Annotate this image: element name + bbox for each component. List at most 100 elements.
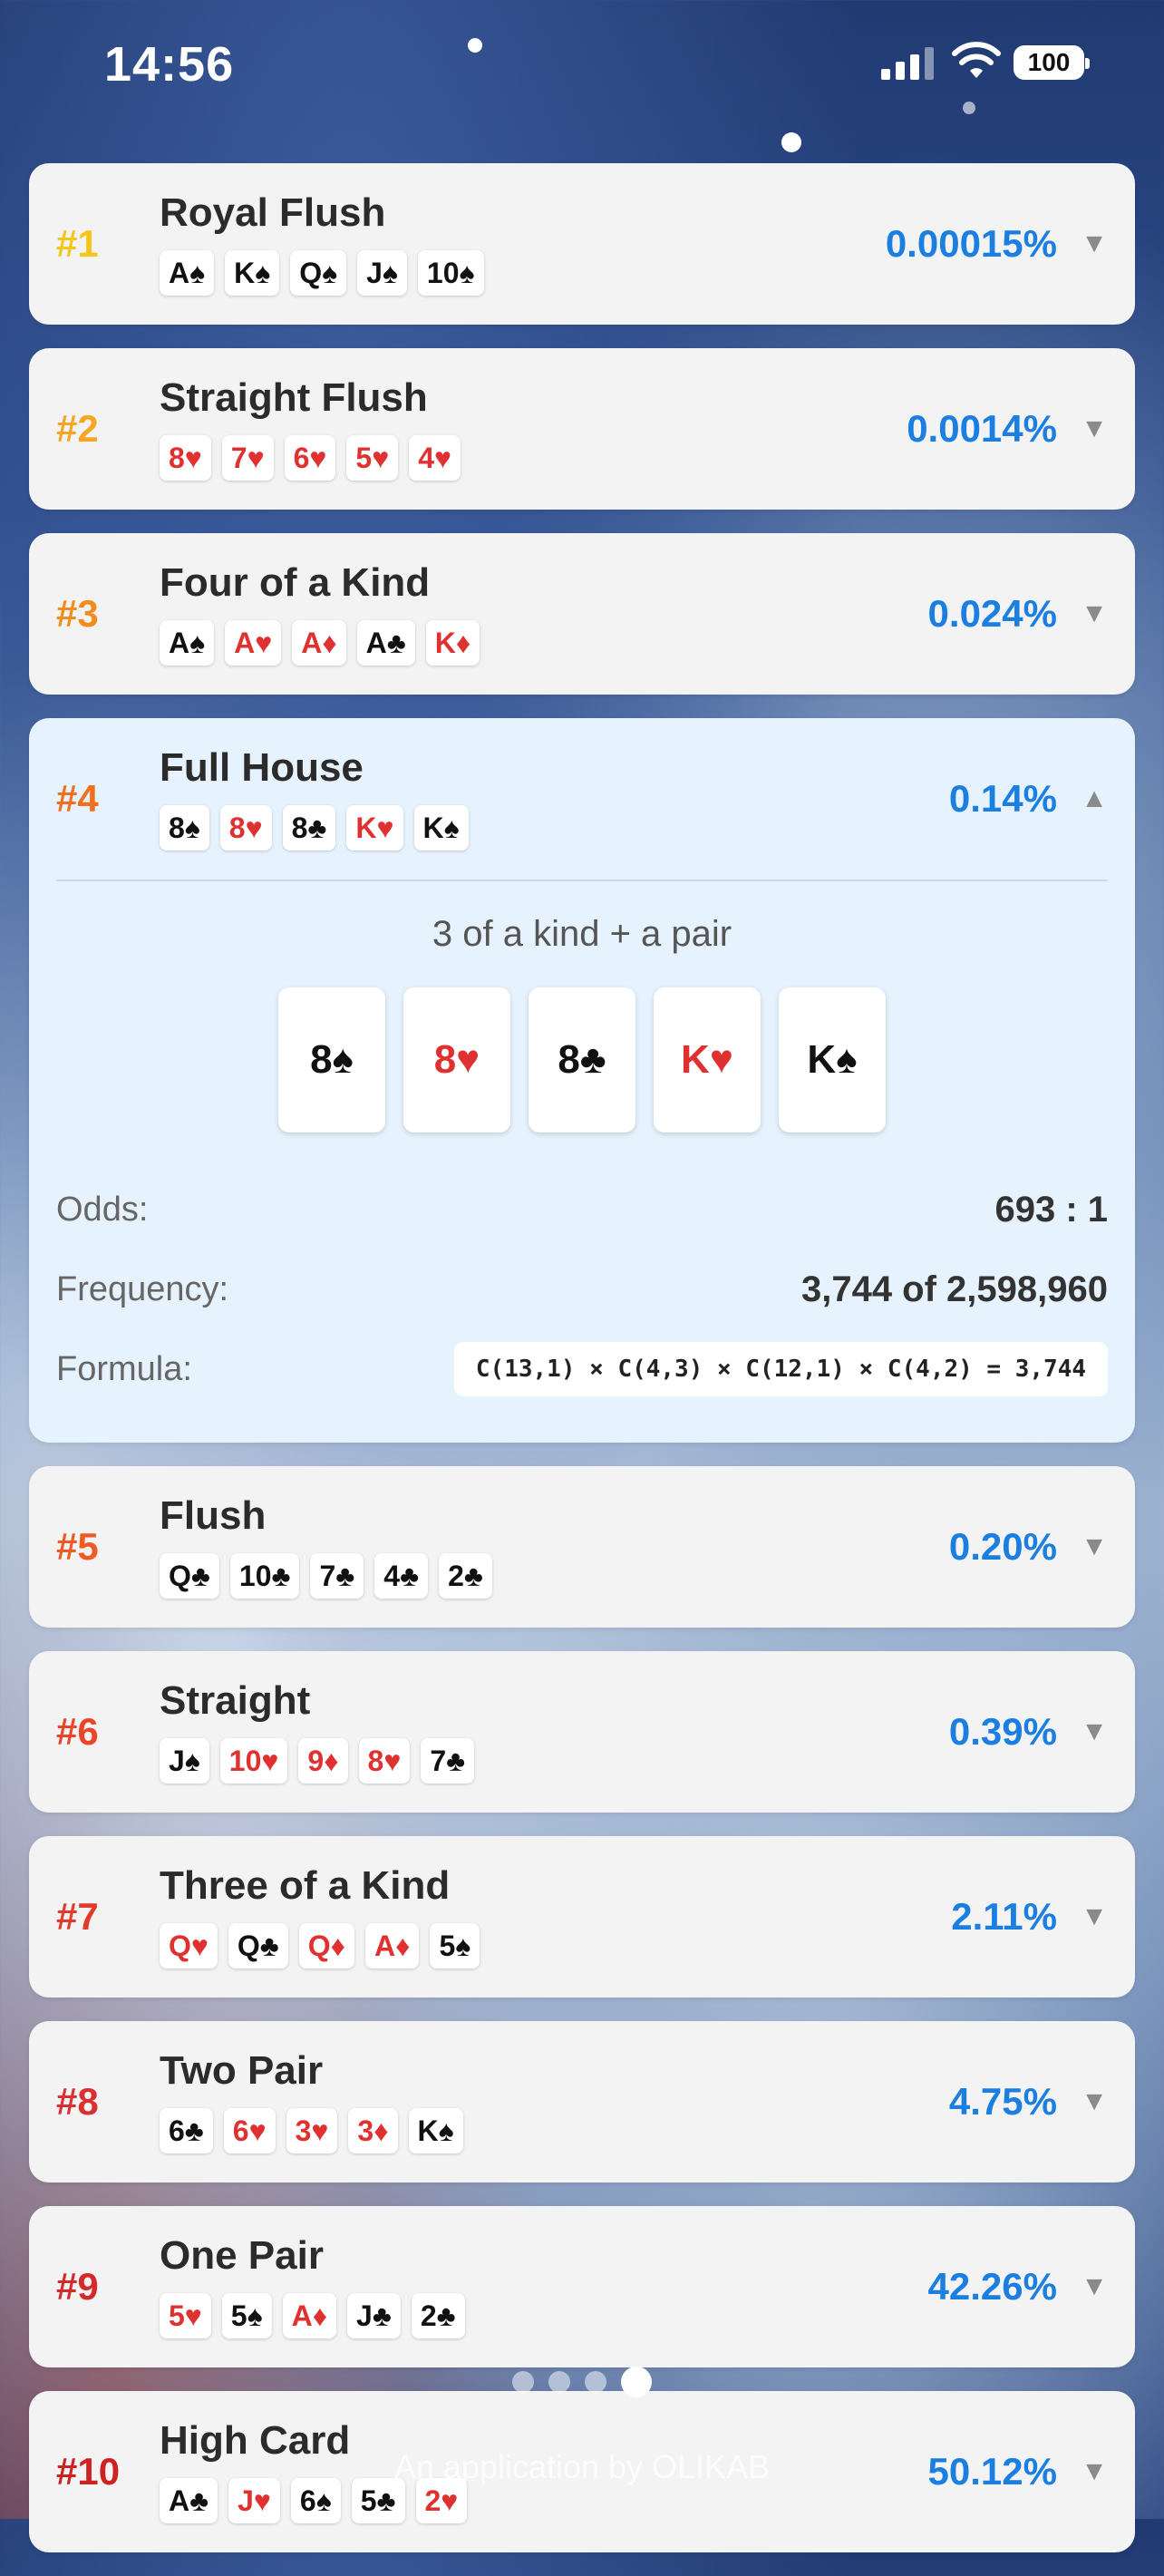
playing-card-chip: 5♠	[221, 2293, 272, 2338]
playing-card-chip: Q♥	[160, 1923, 218, 1968]
hand-probability: 0.14%	[948, 777, 1057, 820]
playing-card-chip: 8♥	[160, 435, 211, 481]
page-dot[interactable]	[512, 2371, 534, 2393]
hand-probability: 4.75%	[948, 2080, 1057, 2123]
formula-value: C(13,1) × C(4,3) × C(12,1) × C(4,2) = 3,…	[453, 1342, 1108, 1396]
playing-card-chip: 7♣	[421, 1738, 475, 1784]
playing-card-chip: 10♣	[229, 1553, 300, 1599]
battery-icon: 100	[1014, 45, 1090, 80]
hand-probability: 2.11%	[951, 1895, 1057, 1938]
hand-rank: #6	[56, 1710, 99, 1753]
playing-card-chip: 2♣	[411, 2293, 465, 2338]
example-cards: J♠ 10♥ 9♦ 8♥ 7♣	[160, 1738, 485, 1784]
playing-card-chip: Q♦	[298, 1923, 354, 1968]
hand-header[interactable]: #6 Straight J♠ 10♥ 9♦ 8♥ 7♣ 0.39% ▼	[29, 1651, 1135, 1813]
playing-card-chip: 8♥	[219, 805, 272, 851]
page-dot[interactable]	[585, 2371, 606, 2393]
hand-probability: 0.024%	[927, 592, 1057, 635]
hand-header[interactable]: #8 Two Pair 6♣ 6♥ 3♥ 3♦ K♠ 4.75% ▼	[29, 2021, 1135, 2182]
hand-header[interactable]: #5 Flush Q♣ 10♣ 7♣ 4♣ 2♣ 0.20% ▼	[29, 1466, 1135, 1628]
formula-label: Formula:	[56, 1349, 192, 1388]
hand-rank: #3	[56, 592, 99, 635]
hand-details: 3 of a kind + a pair 8♠ 8♥ 8♣ K♥ K♠ Odds: 69…	[29, 880, 1135, 1443]
hand-name: Straight Flush	[160, 375, 428, 420]
playing-card: K♥	[654, 987, 761, 1132]
playing-card-chip: 5♥	[160, 2293, 211, 2338]
frequency-row: Frequency: 3,744 of 2,598,960	[56, 1259, 1108, 1319]
hand-card[interactable]: #1 Royal Flush A♠ K♠ Q♠ J♠ 10♠ 0.00015% ▼	[29, 163, 1135, 325]
hand-card[interactable]: #9 One Pair 5♥ 5♠ A♦ J♣ 2♣ 42.26% ▼	[29, 2206, 1135, 2367]
chevron-down-icon[interactable]: ▼	[1081, 1466, 1108, 1628]
chevron-down-icon[interactable]: ▼	[1081, 533, 1108, 695]
hand-rank: #8	[56, 2080, 99, 2123]
hand-header[interactable]: #3 Four of a Kind A♠ A♥ A♦ A♣ K♦ 0.024% ▼	[29, 533, 1135, 695]
chevron-down-icon[interactable]: ▼	[1081, 2206, 1108, 2367]
example-cards: 8♠ 8♥ 8♣ K♥ K♠	[160, 805, 480, 851]
hand-card[interactable]: #3 Four of a Kind A♠ A♥ A♦ A♣ K♦ 0.024% ▼	[29, 533, 1135, 695]
status-bar: 14:56 100	[0, 0, 1164, 136]
hand-card[interactable]: #4 Full House 8♠ 8♥ 8♣ K♥ K♠ 0.14% ▲ 3 of a …	[29, 718, 1135, 1443]
playing-card-chip: 6♥	[284, 435, 336, 481]
chevron-down-icon[interactable]: ▼	[1081, 348, 1108, 510]
playing-card-chip: K♠	[408, 2108, 463, 2153]
playing-card-chip: Q♣	[160, 1553, 219, 1599]
hand-name: Full House	[160, 745, 364, 790]
playing-card-chip: 4♥	[409, 435, 461, 481]
example-cards: 8♥ 7♥ 6♥ 5♥ 4♥	[160, 435, 471, 481]
example-cards: A♠ K♠ Q♠ J♠ 10♠	[160, 250, 495, 296]
hand-header[interactable]: #4 Full House 8♠ 8♥ 8♣ K♥ K♠ 0.14% ▲	[29, 718, 1135, 880]
hand-name: One Pair	[160, 2233, 324, 2278]
hand-header[interactable]: #2 Straight Flush 8♥ 7♥ 6♥ 5♥ 4♥ 0.0014% ▼	[29, 348, 1135, 510]
hand-header[interactable]: #9 One Pair 5♥ 5♠ A♦ J♣ 2♣ 42.26% ▼	[29, 2206, 1135, 2367]
hand-rank: #7	[56, 1895, 99, 1938]
hand-header[interactable]: #7 Three of a Kind Q♥ Q♣ Q♦ A♦ 5♠ 2.11% ▼	[29, 1836, 1135, 1998]
playing-card-chip: J♣	[347, 2293, 401, 2338]
playing-card-chip: 6♥	[223, 2108, 276, 2153]
chevron-down-icon[interactable]: ▼	[1081, 1836, 1108, 1998]
chevron-up-icon[interactable]: ▲	[1081, 718, 1108, 880]
example-cards: 5♥ 5♠ A♦ J♣ 2♣	[160, 2293, 476, 2338]
hand-name: Four of a Kind	[160, 560, 431, 605]
playing-card-chip: 9♦	[298, 1738, 348, 1784]
playing-card-chip: A♣	[356, 620, 415, 666]
hand-card[interactable]: #8 Two Pair 6♣ 6♥ 3♥ 3♦ K♠ 4.75% ▼	[29, 2021, 1135, 2182]
odds-row: Odds: 693 : 1	[56, 1180, 1108, 1239]
hand-name: Three of a Kind	[160, 1863, 451, 1908]
playing-card-chip: 10♠	[417, 250, 484, 296]
hand-name: Two Pair	[160, 2048, 324, 2093]
divider	[56, 880, 1108, 881]
chevron-down-icon[interactable]: ▼	[1081, 163, 1108, 325]
chevron-down-icon[interactable]: ▼	[1081, 1651, 1108, 1813]
chevron-down-icon[interactable]: ▼	[1081, 2021, 1108, 2182]
playing-card-chip: K♠	[413, 805, 469, 851]
playing-card-chip: J♠	[160, 1738, 209, 1784]
example-cards: 6♣ 6♥ 3♥ 3♦ K♠	[160, 2108, 474, 2153]
page-indicator	[0, 2367, 1164, 2397]
playing-card-chip: K♠	[225, 250, 280, 296]
playing-card-chip: 4♣	[374, 1553, 429, 1599]
playing-card-chip: A♦	[282, 2293, 337, 2338]
playing-card-chip: 3♥	[286, 2108, 338, 2153]
playing-card-chip: 10♥	[219, 1738, 288, 1784]
page-dot[interactable]	[548, 2371, 570, 2393]
hand-rank: #2	[56, 407, 99, 450]
playing-card-chip: 8♠	[160, 805, 209, 851]
playing-card-chip: 5♥	[346, 435, 399, 481]
hand-card[interactable]: #5 Flush Q♣ 10♣ 7♣ 4♣ 2♣ 0.20% ▼	[29, 1466, 1135, 1628]
hand-rankings-list: #1 Royal Flush A♠ K♠ Q♠ J♠ 10♠ 0.00015% ▼ #2…	[29, 163, 1135, 2576]
hand-card[interactable]: #6 Straight J♠ 10♥ 9♦ 8♥ 7♣ 0.39% ▼	[29, 1651, 1135, 1813]
hand-card[interactable]: #2 Straight Flush 8♥ 7♥ 6♥ 5♥ 4♥ 0.0014% ▼	[29, 348, 1135, 510]
hand-rank: #4	[56, 777, 99, 820]
hand-probability: 0.20%	[948, 1525, 1057, 1568]
playing-card-chip: 6♣	[160, 2108, 213, 2153]
wifi-icon	[952, 42, 1001, 78]
hand-card[interactable]: #7 Three of a Kind Q♥ Q♣ Q♦ A♦ 5♠ 2.11% ▼	[29, 1836, 1135, 1998]
status-time: 14:56	[104, 37, 235, 92]
hand-description: 3 of a kind + a pair	[432, 914, 732, 954]
hand-header[interactable]: #1 Royal Flush A♠ K♠ Q♠ J♠ 10♠ 0.00015% ▼	[29, 163, 1135, 325]
page-dot-active[interactable]	[621, 2367, 652, 2397]
playing-card-chip: Q♠	[290, 250, 347, 296]
hand-rank: #9	[56, 2265, 99, 2308]
odds-value: 693 : 1	[994, 1189, 1108, 1230]
playing-card-chip: K♦	[425, 620, 480, 666]
